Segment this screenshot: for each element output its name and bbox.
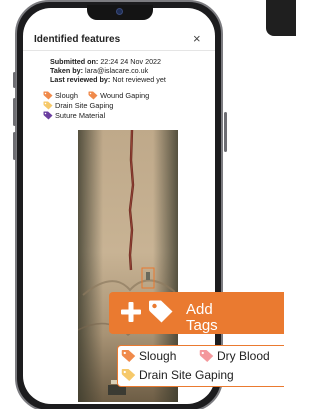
feature-tag-label: Suture Material <box>55 110 106 120</box>
close-icon[interactable]: × <box>193 32 201 45</box>
tag-icon <box>88 91 98 99</box>
tag-icon <box>199 350 214 362</box>
legend-tag-label: Drain Site Gaping <box>139 368 234 382</box>
taken-by-label: Taken by: <box>50 65 84 75</box>
legend-tag-label: Dry Blood <box>217 349 270 363</box>
tag-icon <box>43 91 53 99</box>
feature-tag[interactable]: Drain Site Gaping <box>43 100 113 110</box>
feature-tag[interactable]: Suture Material <box>43 110 105 120</box>
legend-tag-label: Slough <box>139 349 177 363</box>
tag-icon <box>43 111 53 119</box>
taken-by-value: lara@islacare.co.uk <box>85 65 149 75</box>
submitted-label: Submitted on: <box>50 57 99 66</box>
tag-icon <box>149 300 173 323</box>
tag-icon <box>121 350 136 362</box>
feature-tag-label: Slough <box>55 90 79 100</box>
reviewed-label: Last reviewed by: <box>50 74 111 84</box>
reviewed-row: Last reviewed by: Not reviewed yet <box>50 74 210 85</box>
mute-switch <box>13 72 16 88</box>
phone-notch <box>87 5 153 20</box>
tag-legend: Slough Dry Blood Drain Site Gaping <box>117 345 284 387</box>
submitted-value: 22:24 24 Nov 2022 <box>100 57 162 66</box>
power-button <box>224 112 227 152</box>
add-tags-button[interactable]: Add Tags <box>109 292 284 334</box>
plus-icon <box>121 302 141 322</box>
add-tags-label: Add Tags <box>186 301 218 334</box>
feature-tag-label: Wound Gaping <box>100 90 150 100</box>
panel-header: Identified features × <box>23 30 215 51</box>
front-camera <box>116 8 123 15</box>
volume-down-button <box>13 132 16 160</box>
legend-tag[interactable]: Slough <box>121 349 176 363</box>
reviewed-value: Not reviewed yet <box>112 74 166 84</box>
feature-tag-label: Drain Site Gaping <box>55 100 114 110</box>
legend-tag[interactable]: Dry Blood <box>199 349 270 363</box>
tag-icon <box>121 369 136 381</box>
feature-tag[interactable]: Wound Gaping <box>88 90 149 100</box>
tag-icon <box>43 101 53 109</box>
feature-tag[interactable]: Slough <box>43 90 78 100</box>
panel-title: Identified features <box>34 34 121 45</box>
submission-details: Submitted on: 22:24 24 Nov 2022 Taken by… <box>50 57 210 85</box>
corner-badge <box>266 0 296 36</box>
volume-up-button <box>13 98 16 126</box>
legend-tag[interactable]: Drain Site Gaping <box>121 368 234 382</box>
feature-tag-list: Slough Wound Gaping Drain Site Gaping Su… <box>43 90 211 120</box>
